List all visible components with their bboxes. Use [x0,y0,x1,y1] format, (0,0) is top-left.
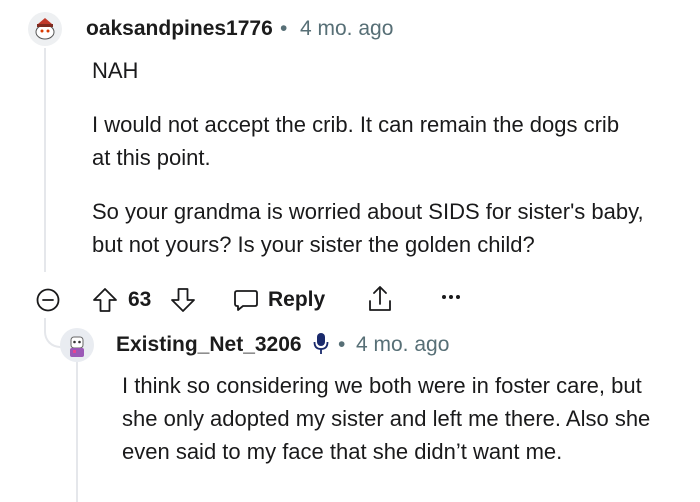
share-icon [369,286,391,311]
share-button[interactable] [366,284,394,314]
more-dots-icon [442,295,460,299]
arrow-up-icon [93,288,117,312]
comment-paragraph: NAH [92,58,139,83]
avatar[interactable] [28,12,62,46]
vote-count: 63 [128,288,151,312]
reply-body: I think so considering we both were in f… [122,373,651,464]
op-badge [312,331,330,357]
reply-timestamp[interactable]: 4 mo. ago [356,333,449,357]
reply-thread-line[interactable] [76,362,78,502]
speech-bubble-icon [234,290,258,311]
reply-button[interactable]: Reply [232,286,325,314]
comment-separator: • [280,17,288,40]
comment-paragraph: I would not accept the crib. It can rema… [92,112,620,170]
downvote-button[interactable] [170,286,196,314]
vote-count-label: 63 [128,288,152,311]
more-options-button[interactable] [440,292,462,302]
comment-body: NAH I would not accept the crib. It can … [92,54,652,261]
reply-username[interactable]: Existing_Net_3206 [116,333,302,357]
reply-label: Reply [268,288,326,311]
reply-avatar[interactable] [60,328,94,362]
comment-username[interactable]: oaksandpines1776 [86,17,273,41]
minus-circle-icon [36,288,60,312]
comment-timestamp[interactable]: 4 mo. ago [300,17,393,41]
arrow-down-icon [171,288,195,312]
thread-line[interactable] [44,48,46,272]
collapse-button[interactable] [36,288,60,312]
reply-separator: • [338,333,346,356]
comment-action-bar: 63 Reply [36,282,496,318]
snoo-avatar-icon [60,328,94,362]
snoo-avatar-icon [28,12,62,46]
comment-paragraph: So your grandma is worried about SIDS fo… [92,199,644,257]
microphone-icon [313,333,329,354]
upvote-button[interactable] [92,286,118,314]
